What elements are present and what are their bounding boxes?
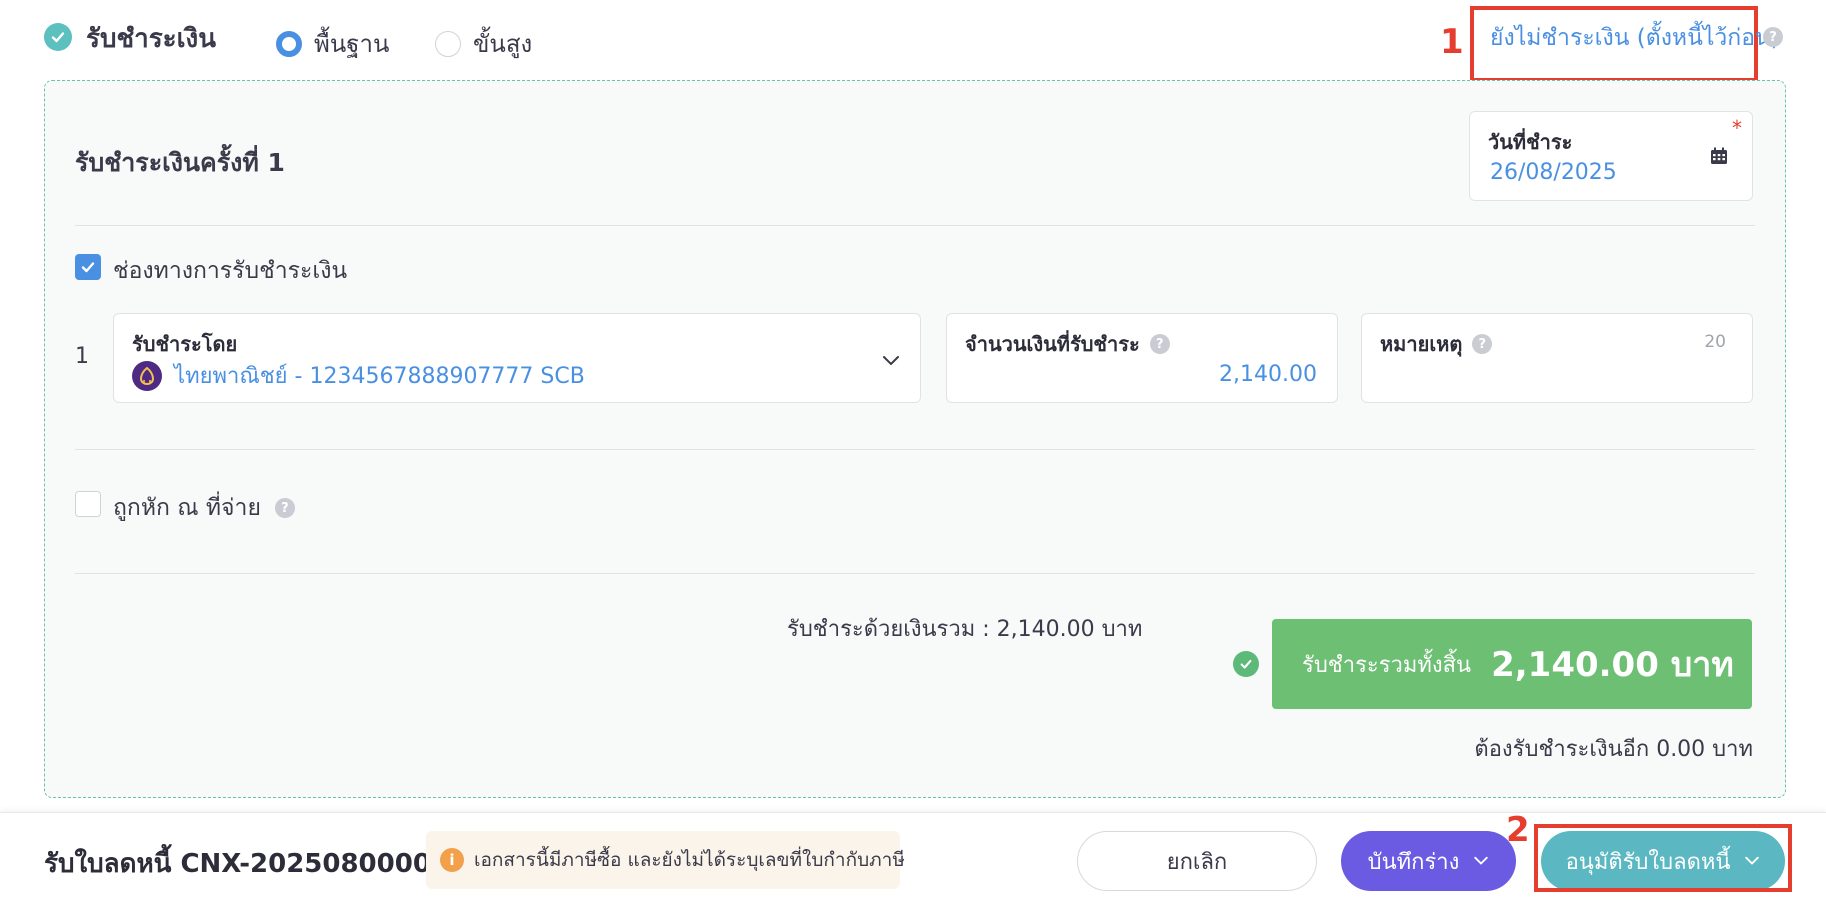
- amount-label-text: จำนวนเงินที่รับชำระ: [965, 332, 1140, 356]
- chevron-down-icon: [1474, 856, 1489, 865]
- paid-by-value: ไทยพาณิชย์ - 1234567888907777 SCB: [132, 358, 585, 393]
- divider: [75, 573, 1755, 574]
- tax-notice: i เอกสารนี้มีภาษีซื้อ และยังไม่ได้ระบุเล…: [426, 831, 905, 889]
- payment-header: รับชำระเงิน พื้นฐาน ขั้นสูง 1 ยังไม่ชำระ…: [0, 0, 1826, 82]
- help-icon[interactable]: ?: [274, 498, 295, 518]
- note-field[interactable]: หมายเหตุ ? 20: [1361, 313, 1753, 403]
- save-draft-button[interactable]: บันทึกร่าง: [1341, 831, 1516, 891]
- payment-page: รับชำระเงิน พื้นฐาน ขั้นสูง 1 ยังไม่ชำระ…: [0, 0, 1826, 898]
- withholding-label-text: ถูกหัก ณ ที่จ่าย: [113, 495, 261, 521]
- total-amount: 2,140.00 บาท: [1491, 645, 1734, 685]
- scb-bank-icon: [132, 360, 162, 391]
- annotation-marker-2: 2: [1506, 810, 1530, 850]
- paid-by-select[interactable]: รับชำระโดย ไทยพาณิชย์ - 1234567888907777…: [113, 313, 921, 403]
- check-circle-icon: [1233, 651, 1259, 677]
- chevron-down-icon[interactable]: [882, 352, 900, 371]
- annotation-box-2: [1534, 824, 1792, 892]
- radio-basic[interactable]: พื้นฐาน: [276, 24, 389, 63]
- annotation-marker-1: 1: [1440, 22, 1464, 62]
- paid-by-label: รับชำระโดย: [132, 332, 238, 356]
- unpaid-link[interactable]: ยังไม่ชำระเงิน (ตั้งหนี้ไว้ก่อน): [1490, 20, 1780, 56]
- paid-by-value-text: ไทยพาณิชย์ - 1234567888907777 SCB: [174, 364, 585, 389]
- calendar-icon[interactable]: [1710, 147, 1728, 169]
- document-title: รับใบลดหนี้ CNX-20250800001: [44, 849, 450, 879]
- amount-field[interactable]: จำนวนเงินที่รับชำระ ? 2,140.00: [946, 313, 1338, 403]
- payment-panel: รับชำระเงินครั้งที่ 1 วันที่ชำระ * 26/08…: [44, 80, 1786, 798]
- total-label: รับชำระรวมทั้งสิ้น: [1302, 652, 1472, 678]
- channels-label: ช่องทางการรับชำระเงิน: [113, 253, 347, 289]
- channels-label-text: ช่องทางการรับชำระเงิน: [113, 258, 348, 284]
- save-draft-label: บันทึกร่าง: [1367, 849, 1460, 875]
- divider: [75, 449, 1755, 450]
- withholding-checkbox[interactable]: [75, 491, 101, 517]
- radio-advanced-label: ขั้นสูง: [473, 30, 533, 58]
- amount-label: จำนวนเงินที่รับชำระ ?: [965, 328, 1170, 360]
- radio-unselected-icon: [435, 30, 461, 57]
- tax-notice-text: เอกสารนี้มีภาษีซื้อ และยังไม่ได้ระบุเลขท…: [474, 849, 905, 871]
- radio-selected-icon: [276, 30, 302, 57]
- help-icon[interactable]: ?: [1763, 27, 1783, 47]
- cancel-button-label: ยกเลิก: [1166, 849, 1228, 875]
- divider: [75, 225, 1755, 226]
- total-paid-box: รับชำระรวมทั้งสิ้น 2,140.00 บาท: [1272, 619, 1752, 709]
- help-icon[interactable]: ?: [1149, 334, 1170, 354]
- payment-date-field[interactable]: วันที่ชำระ * 26/08/2025: [1469, 111, 1753, 201]
- note-char-counter: 20: [1704, 332, 1726, 352]
- help-icon[interactable]: ?: [1472, 334, 1493, 354]
- check-circle-icon: [44, 23, 72, 51]
- cancel-button[interactable]: ยกเลิก: [1077, 831, 1317, 891]
- amount-value: 2,140.00: [1219, 362, 1317, 387]
- remaining-amount: ต้องรับชำระเงินอีก 0.00 บาท: [1474, 737, 1753, 762]
- radio-basic-label: พื้นฐาน: [314, 30, 390, 58]
- note-label-text: หมายเหตุ: [1380, 332, 1463, 356]
- channels-checkbox[interactable]: [75, 254, 101, 280]
- row-number: 1: [75, 344, 89, 369]
- sum-line: รับชำระด้วยเงินรวม : 2,140.00 บาท: [787, 617, 1143, 642]
- section-title: รับชำระเงิน: [86, 24, 216, 54]
- note-label: หมายเหตุ ?: [1380, 328, 1493, 360]
- info-icon: i: [440, 848, 464, 872]
- radio-advanced[interactable]: ขั้นสูง: [435, 24, 532, 63]
- payment-date-value: 26/08/2025: [1490, 160, 1617, 185]
- payment-date-label: วันที่ชำระ: [1488, 130, 1573, 154]
- payment-round-title: รับชำระเงินครั้งที่ 1: [75, 148, 285, 177]
- required-mark: *: [1732, 116, 1742, 140]
- withholding-label: ถูกหัก ณ ที่จ่าย ?: [113, 490, 295, 526]
